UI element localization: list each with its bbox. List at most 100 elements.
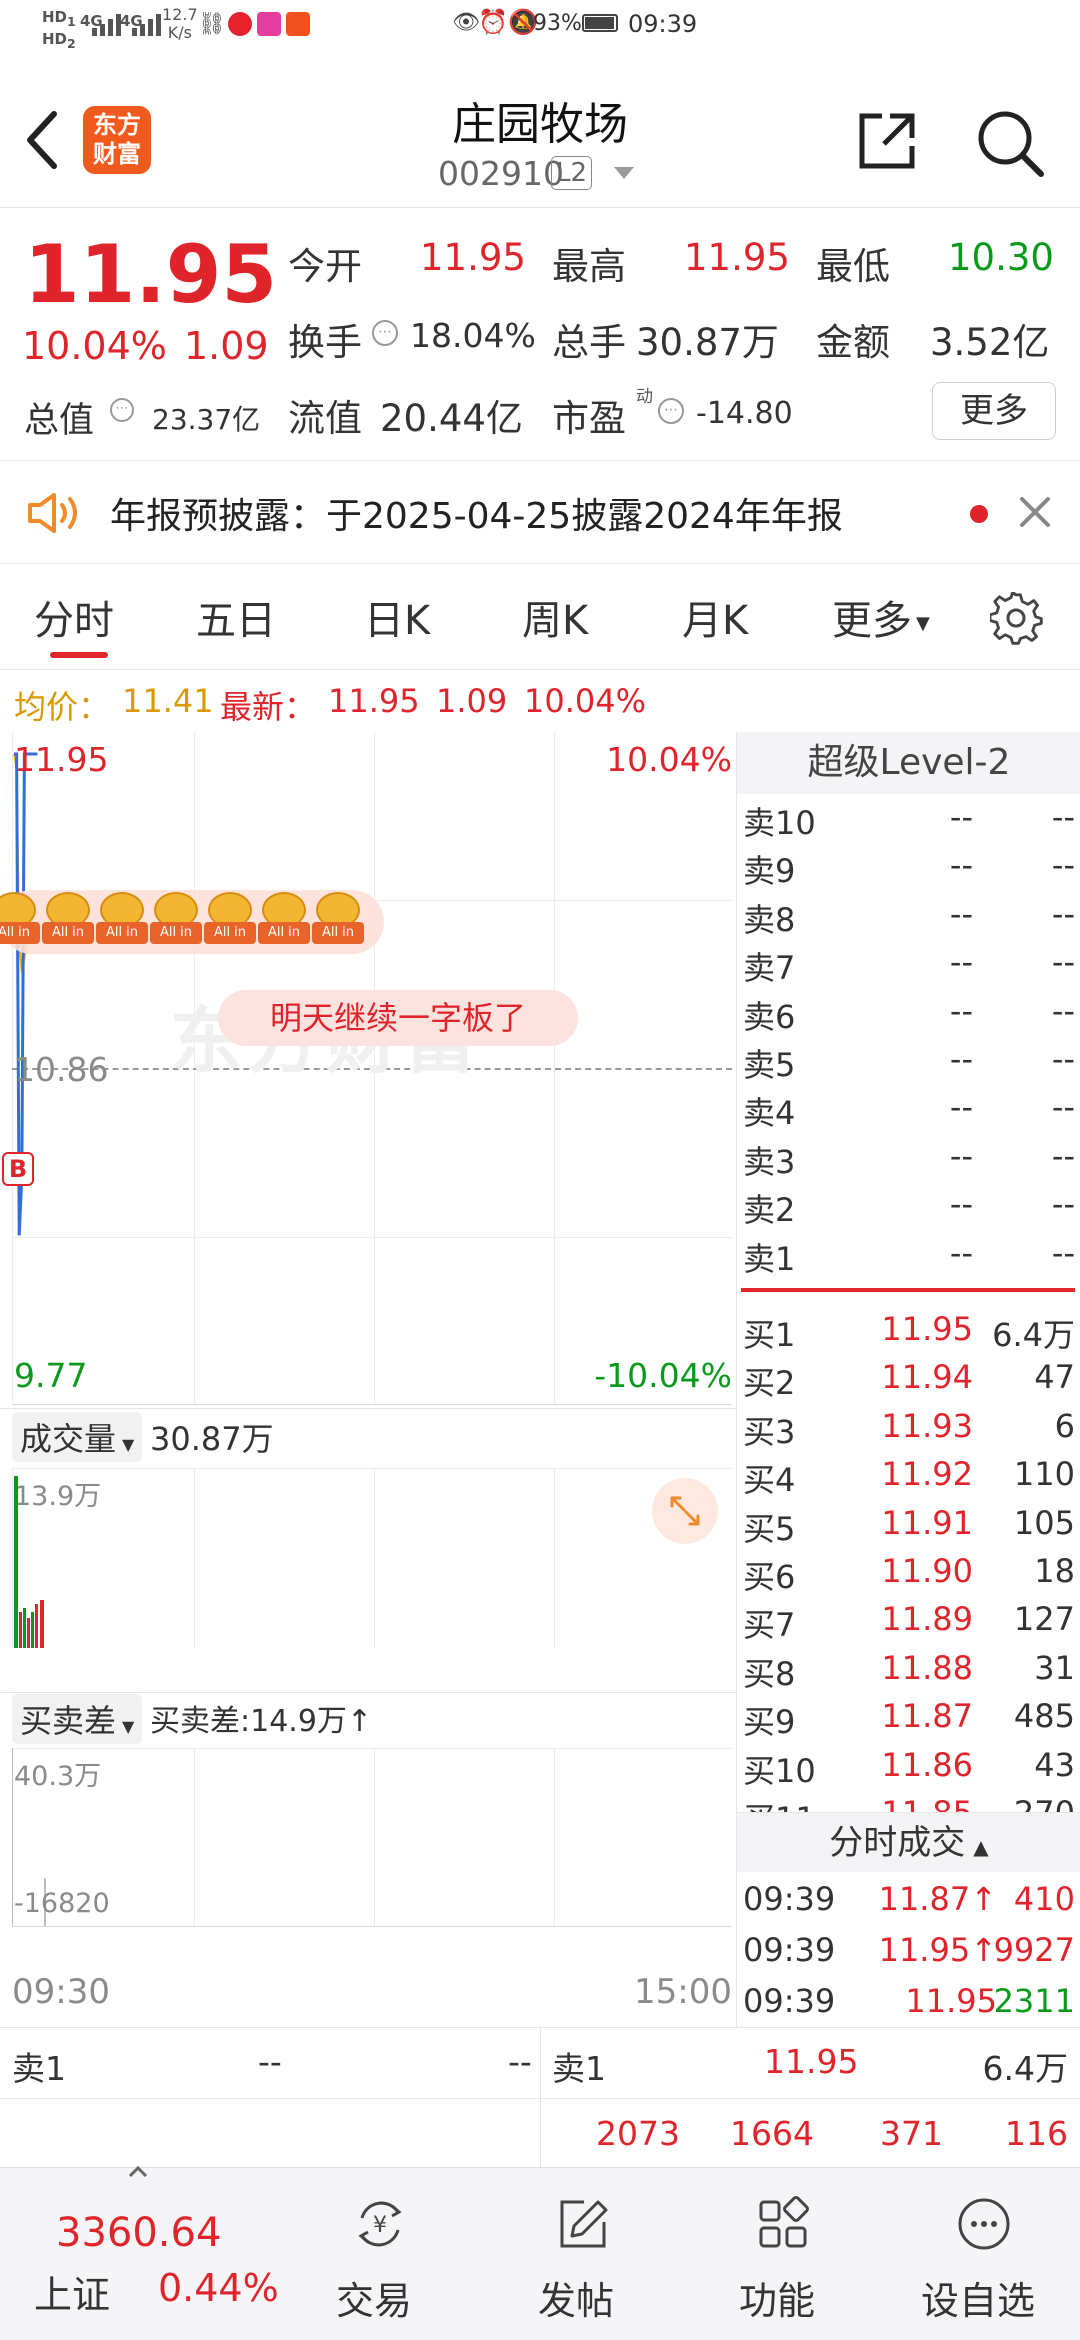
volume-dropdown[interactable]: 成交量 ▼ (12, 1412, 143, 1462)
battery-icon (582, 14, 618, 32)
diff-dropdown[interactable]: 买卖差 ▼ (12, 1694, 143, 1744)
all-in-coin-icon[interactable]: All in (312, 892, 364, 948)
summary-left-vol: -- (508, 2042, 532, 2081)
notice-text[interactable]: 年报预披露：于2025-04-25披露2024年年报 (110, 487, 843, 539)
chevron-down-icon: ▼ (122, 1435, 135, 1454)
stock-code[interactable]: 002910 (438, 154, 564, 193)
buy-marker[interactable]: B (2, 1152, 34, 1186)
last-price: 11.95 (24, 228, 278, 321)
grid-line (194, 1748, 195, 1926)
notice-bar[interactable]: 年报预披露：于2025-04-25披露2024年年报 (0, 460, 1080, 564)
info-icon[interactable]: ⋯ (658, 398, 684, 424)
chevron-up-icon: ▲ (973, 1835, 989, 1859)
info-icon[interactable]: ⋯ (110, 398, 134, 422)
quote-panel: 11.95 10.04% 1.09 今开 11.95 最高 11.95 最低 1… (0, 208, 1080, 456)
summary-row2-item: 371 (880, 2114, 943, 2153)
turnover-value: 18.04% (410, 316, 536, 355)
low-value: 10.30 (948, 236, 1054, 279)
tab-daily-k[interactable]: 日K (364, 588, 430, 646)
summary-row2-item: 2073 (596, 2114, 680, 2153)
code-dropdown-icon[interactable] (614, 167, 634, 181)
buy-level-row[interactable]: 买1 11.95 6.4万 (737, 1310, 1080, 1358)
high-value: 11.95 (684, 236, 790, 279)
nav-functions[interactable]: 功能 (677, 2168, 877, 2340)
high-label: 最高 (552, 245, 626, 288)
buy-level-row[interactable]: 买6 11.90 18 (737, 1552, 1080, 1600)
close-icon[interactable] (1018, 495, 1052, 529)
index-name: 上证 (34, 2273, 111, 2317)
tick-row: 09:39 11.95↑ 9927 (737, 1931, 1080, 1979)
buy-level-row[interactable]: 买7 11.89 127 (737, 1600, 1080, 1648)
pct-bottom-label: -10.04% (594, 1356, 732, 1395)
nav-watchlist[interactable]: 设自选 (878, 2168, 1078, 2340)
grid-line (194, 1468, 195, 1648)
buy-level-row[interactable]: 买9 11.87 485 (737, 1697, 1080, 1745)
buy-level-row[interactable]: 买3 11.93 6 (737, 1407, 1080, 1455)
level-label: 买7 (743, 1606, 796, 1645)
buy-level-row[interactable]: 买2 11.94 47 (737, 1358, 1080, 1406)
bottom-summary: 卖1 -- -- 卖1 11.95 6.4万 2073 1664 371 116 (0, 2027, 1080, 2168)
chevron-down-icon: ▼ (916, 612, 930, 634)
gear-icon[interactable] (990, 592, 1044, 646)
nav-post[interactable]: 发帖 (476, 2168, 676, 2340)
index-ticker[interactable]: 3360.64 上证 0.44% (0, 2166, 290, 2340)
comment-bubble[interactable]: 明天继续一字板了 (218, 990, 578, 1046)
level-volume: 127 (1013, 1600, 1075, 1639)
nav-trade[interactable]: ¥ 交易 (274, 2168, 474, 2340)
tick-volume: 2311 (993, 1982, 1075, 2020)
volume-bar (23, 1608, 26, 1648)
tab-five-day[interactable]: 五日 (196, 588, 276, 646)
tab-intraday[interactable]: 分时 (34, 588, 114, 646)
ticks-title[interactable]: 分时成交 ▲ (737, 1812, 1080, 1872)
level-price: 11.86 (881, 1745, 973, 1784)
buy-level-row[interactable]: 买8 11.88 31 (737, 1649, 1080, 1697)
level-price: 11.93 (881, 1406, 973, 1445)
expand-button[interactable] (652, 1478, 718, 1544)
info-icon[interactable]: ⋯ (372, 320, 398, 346)
chart-tabs: 分时 五日 日K 周K 月K 更多 ▼ (0, 566, 1080, 670)
all-in-coin-icon[interactable]: All in (204, 892, 256, 948)
volume-bar (40, 1600, 44, 1648)
mktcap-value: 23.37亿 (152, 403, 261, 436)
more-button[interactable]: 更多 (932, 382, 1056, 440)
buy-level-row[interactable]: 买5 11.91 105 (737, 1504, 1080, 1552)
summary-right-vol: 6.4万 (982, 2049, 1068, 2088)
all-in-coin-icon[interactable]: All in (150, 892, 202, 948)
app-notify-icon (257, 12, 281, 36)
alarm-icon: ⏰ (478, 8, 508, 36)
divider (0, 1692, 736, 1693)
latest-change: 1.09 (436, 682, 508, 720)
buy-level-row[interactable]: 买10 11.86 43 (737, 1746, 1080, 1794)
coin-row[interactable]: All in All in All in All in All in All in All … (0, 892, 364, 952)
all-in-coin-icon[interactable]: All in (96, 892, 148, 948)
tab-monthly-k[interactable]: 月K (682, 588, 748, 646)
eastmoney-logo[interactable]: 东方 财富 (83, 106, 151, 174)
volume-label: 总手 (552, 321, 626, 364)
grid-line (554, 1468, 555, 1648)
volume-bar (14, 1476, 18, 1648)
tab-weekly-k[interactable]: 周K (522, 588, 588, 646)
level-volume: 6.4万 (992, 1316, 1075, 1354)
tab-more[interactable]: 更多 ▼ (832, 588, 930, 646)
avg-label: 均价： (14, 688, 111, 726)
tick-time: 09:39 (743, 1931, 836, 1969)
pe-dynamic-sup: 动 (636, 387, 653, 407)
all-in-coin-icon[interactable]: All in (0, 892, 40, 948)
stock-name: 庄园牧场 (452, 99, 628, 150)
all-in-coin-icon[interactable]: All in (42, 892, 94, 948)
search-icon[interactable] (975, 108, 1045, 178)
level-price: 11.91 (881, 1503, 973, 1542)
all-in-coin-icon[interactable]: All in (258, 892, 310, 948)
buy-level-row[interactable]: 买4 11.92 110 (737, 1455, 1080, 1503)
level2-badge[interactable]: L2 (551, 156, 593, 190)
back-arrow-icon[interactable] (22, 108, 62, 172)
share-icon[interactable] (856, 110, 918, 172)
float-value: 20.44亿 (380, 397, 523, 440)
level-label: 买10 (743, 1751, 816, 1790)
intraday-chart[interactable]: 东方财富 11.95 10.04% 10.86 9.77 -10.04% All… (0, 732, 736, 2027)
battery-percent: 93% (533, 11, 582, 36)
summary-right-label: 卖1 (552, 2049, 606, 2088)
level-volume: 110 (1013, 1455, 1075, 1494)
change-pct: 10.04% (22, 324, 167, 368)
level-label: 买8 (743, 1654, 796, 1693)
